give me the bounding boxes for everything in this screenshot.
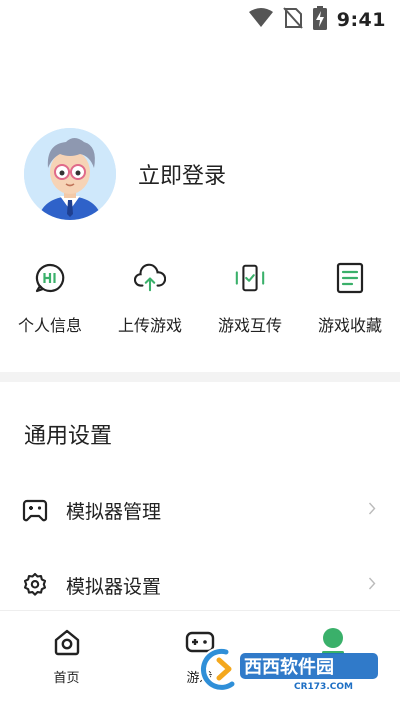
feature-shortcuts: 个人信息 上传游戏 游戏互传 游戏收藏 (0, 262, 400, 336)
svg-text:CR173.COM: CR173.COM (294, 682, 353, 692)
feature-label: 上传游戏 (117, 316, 182, 335)
gear-icon (22, 572, 48, 598)
login-link[interactable]: 立即登录 (138, 158, 226, 190)
setting-label: 模拟器设置 (66, 575, 162, 598)
user-avatar-illustration (24, 128, 116, 220)
settings-item-emulator-manage[interactable]: 模拟器管理 (0, 486, 400, 534)
home-icon (52, 627, 82, 657)
section-title: 通用设置 (24, 424, 113, 449)
no-sim-icon (282, 7, 303, 33)
cloud-upload-icon (134, 262, 166, 294)
section-divider (0, 372, 400, 382)
feature-game-transfer[interactable]: 游戏互传 (200, 262, 300, 336)
gamepad-icon (22, 497, 48, 523)
profile-header[interactable]: 立即登录 (24, 128, 226, 220)
feature-upload-game[interactable]: 上传游戏 (100, 262, 200, 336)
status-bar: 9:41 (0, 0, 400, 36)
battery-charging-icon (312, 6, 327, 34)
status-icons: 9:41 (248, 6, 386, 34)
tab-home[interactable]: 首页 (0, 611, 133, 701)
watermark-logo: 西西软件园 CR173.COM (196, 646, 386, 692)
document-list-icon (334, 262, 366, 294)
feature-label: 个人信息 (17, 316, 82, 335)
avatar[interactable] (24, 128, 116, 220)
tab-label: 首页 (53, 671, 80, 686)
phone-transfer-icon (234, 262, 266, 294)
feature-game-favorites[interactable]: 游戏收藏 (300, 262, 400, 336)
settings-item-emulator-settings[interactable]: 模拟器设置 (0, 561, 400, 609)
setting-label: 模拟器管理 (66, 500, 162, 523)
wifi-icon (248, 8, 273, 32)
feature-personal-info[interactable]: 个人信息 (0, 262, 100, 336)
hi-chat-bubble-icon (34, 262, 66, 294)
chevron-right-icon (368, 576, 376, 595)
feature-label: 游戏互传 (217, 316, 282, 335)
feature-label: 游戏收藏 (317, 316, 382, 335)
status-time: 9:41 (336, 9, 386, 31)
svg-text:西西软件园: 西西软件园 (244, 656, 334, 678)
chevron-right-icon (368, 501, 376, 520)
